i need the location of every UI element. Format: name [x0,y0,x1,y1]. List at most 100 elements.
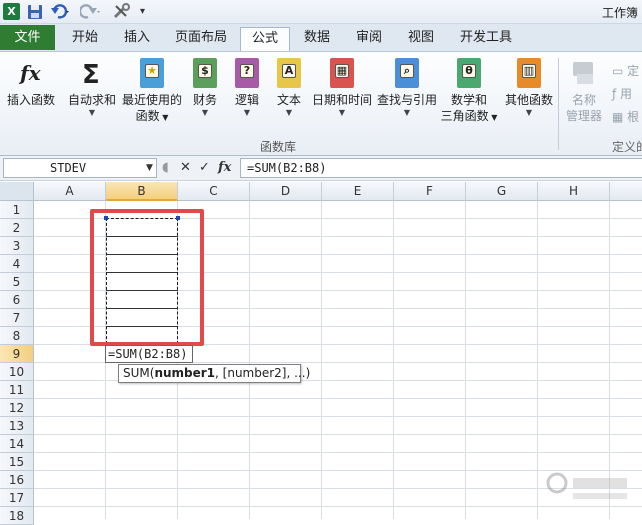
row-header-13[interactable]: 13 [0,417,34,435]
text-label: 文本 [276,93,301,107]
name-box[interactable]: STDEV [3,158,157,178]
group-divider [558,58,559,150]
row-header-3[interactable]: 3 [0,237,34,255]
column-header-g[interactable]: G [466,182,538,201]
more-books-icon: ▥ [517,58,541,88]
watermark-logo-icon [543,469,633,509]
chevron-down-icon[interactable]: ▼ [146,163,153,173]
autosum-button[interactable]: Σ 自动求和 ▼ [64,58,120,118]
logical-label: 逻辑 [234,93,259,107]
svg-text:fx: fx [18,61,42,85]
insert-function-button[interactable]: fx 插入函数 [3,58,59,108]
math-book-icon: θ [457,58,481,88]
column-header-c[interactable]: C [178,182,250,201]
tab-home[interactable]: 开始 [60,27,110,51]
row-header-15[interactable]: 15 [0,453,34,471]
lookup-reference-button[interactable]: ⌕ 查找与引用 ▼ [376,58,438,118]
undo-icon[interactable] [50,3,72,20]
row-header-1[interactable]: 1 [0,201,34,219]
tab-insert[interactable]: 插入 [112,27,162,51]
window-title: 工作簿 [601,6,638,20]
autosum-label: 自动求和 [67,93,116,107]
recent-label-line2: 函数 [135,109,160,123]
row-header-7[interactable]: 7 [0,309,34,327]
tab-developer[interactable]: 开发工具 [450,27,522,51]
column-header-e[interactable]: E [322,182,394,201]
tooltip-func: SUM( [123,366,155,380]
use-in-formula-button[interactable]: ƒ 用 [612,85,632,102]
row-header-18[interactable]: 18 [0,507,34,525]
tab-view[interactable]: 视图 [396,27,446,51]
row-header-2[interactable]: 2 [0,219,34,237]
column-header-b[interactable]: B [106,182,178,201]
chevron-down-icon: ▼ [201,108,209,117]
function-library-group-label: 函数库 [260,140,297,154]
customize-tools-icon[interactable] [112,3,136,20]
logical-button[interactable]: ? 逻辑 ▼ [230,58,264,118]
tab-formulas[interactable]: 公式 [240,27,290,51]
formula-bar: STDEV ▼ ◖ ✕ ✓ fx =SUM(B2:B8) [0,156,642,181]
row-header-17[interactable]: 17 [0,489,34,507]
quick-access-more-icon[interactable]: ▾ [140,3,150,20]
tab-review[interactable]: 审阅 [344,27,394,51]
create-from-selection-button[interactable]: ▦ 根 [612,108,639,125]
insert-function-label: 插入函数 [6,93,55,107]
star-book-icon: ★ [140,58,164,88]
row-header-10[interactable]: 10 [0,363,34,381]
column-header-f[interactable]: F [394,182,466,201]
row-header-5[interactable]: 5 [0,273,34,291]
active-cell-editor[interactable]: =SUM(B2:B8) [105,345,193,363]
svg-text:Σ: Σ [82,60,100,88]
cancel-icon[interactable]: ✕ [180,158,191,178]
chevron-down-icon: ▼ [403,108,411,117]
tooltip-arg1[interactable]: number1 [154,366,215,380]
sigma-icon: Σ [82,60,100,88]
tab-page-layout[interactable]: 页面布局 [165,27,237,51]
financial-button[interactable]: $ 财务 ▼ [188,58,222,118]
row-header-14[interactable]: 14 [0,435,34,453]
excel-logo-icon: X [3,3,20,20]
name-manager-button[interactable]: 名称 管理器 [562,58,606,124]
date-time-button[interactable]: ▦ 日期和时间 ▼ [312,58,372,118]
column-header-d[interactable]: D [250,182,322,201]
financial-book-icon: $ [193,58,217,88]
column-header-partial[interactable] [610,182,642,201]
enter-check-icon[interactable]: ✓ [199,158,210,178]
save-icon[interactable] [27,3,43,20]
math-label-line2: 三角函数 [440,109,489,123]
row-header-9[interactable]: 9 [0,345,34,363]
tab-file[interactable]: 文件 [0,25,55,50]
tooltip-rest[interactable]: , [number2], ...) [215,366,310,380]
insert-function-icon[interactable]: fx [218,158,231,178]
name-manager-icon [573,62,593,84]
formula-input[interactable]: =SUM(B2:B8) [240,158,642,178]
column-header-h[interactable]: H [538,182,610,201]
name-manager-line2: 管理器 [565,109,602,123]
circle-handle-icon[interactable]: ◖ [162,158,169,178]
tab-data[interactable]: 数据 [292,27,342,51]
ribbon-panel: fx 插入函数 Σ 自动求和 ▼ ★ 最近使用的 函数 ▼ $ 财务 ▼ ? 逻… [0,51,642,156]
name-manager-line1: 名称 [571,93,596,107]
row-header-11[interactable]: 11 [0,381,34,399]
text-functions-button[interactable]: A 文本 ▼ [272,58,306,118]
math-trig-button[interactable]: θ 数学和 三角函数 ▼ [440,58,498,126]
recent-functions-button[interactable]: ★ 最近使用的 函数 ▼ [120,58,184,126]
select-all-corner[interactable] [0,182,34,201]
define-name-button[interactable]: ▭ 定 [612,62,639,79]
function-tooltip: SUM(number1, [number2], ...) [118,364,310,383]
row-header-16[interactable]: 16 [0,471,34,489]
row-header-4[interactable]: 4 [0,255,34,273]
ribbon-tabs: 文件 开始 插入 页面布局 公式 数据 审阅 视图 开发工具 [0,24,642,51]
more-functions-button[interactable]: ▥ 其他函数 ▼ [502,58,556,118]
row-header-8[interactable]: 8 [0,327,34,345]
text-book-icon: A [277,58,301,88]
column-header-a[interactable]: A [34,182,106,201]
other-label: 其他函数 [504,93,553,107]
lookup-label: 查找与引用 [376,93,437,107]
defined-names-group-label: 定义的 [612,140,642,154]
chevron-down-icon: ▼ [243,108,251,117]
row-header-12[interactable]: 12 [0,399,34,417]
redo-icon[interactable] [78,3,102,20]
highlight-annotation-box [90,209,204,346]
row-header-6[interactable]: 6 [0,291,34,309]
